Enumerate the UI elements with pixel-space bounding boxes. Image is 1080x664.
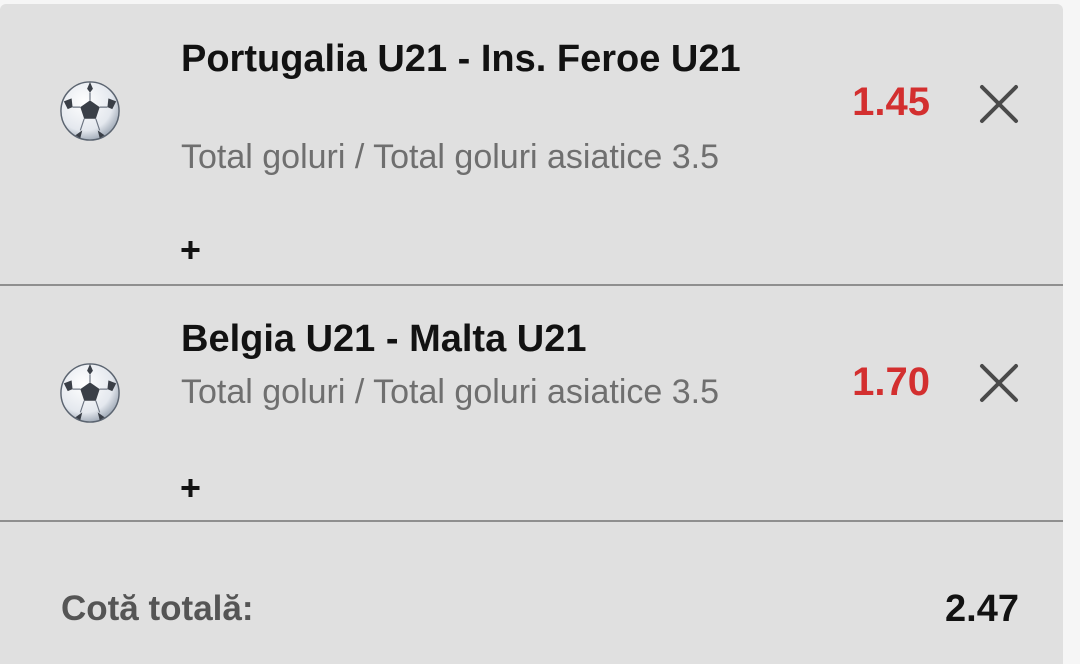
market-label: Total goluri / Total goluri asiatice 3.5 (181, 373, 720, 411)
odds-value: 1.45 (852, 80, 930, 124)
close-icon[interactable] (978, 362, 1020, 404)
soccer-ball-icon (60, 363, 120, 423)
bet-slip-panel: Portugalia U21 - Ins. Feroe U21 Total go… (0, 4, 1063, 664)
soccer-ball-icon (60, 81, 120, 141)
market-label: Total goluri / Total goluri asiatice 3.5 (181, 138, 720, 176)
match-title: Portugalia U21 - Ins. Feroe U21 (181, 38, 741, 80)
match-title: Belgia U21 - Malta U21 (181, 318, 587, 360)
plus-icon[interactable] (179, 476, 203, 500)
bet-row: Portugalia U21 - Ins. Feroe U21 Total go… (0, 4, 1063, 284)
bet-row: Belgia U21 - Malta U21 Total goluri / To… (0, 286, 1063, 522)
close-icon[interactable] (978, 83, 1020, 125)
total-odds-value: 2.47 (945, 588, 1019, 630)
odds-value: 1.70 (852, 360, 930, 404)
total-odds-bar: Cotă totală: 2.47 (0, 522, 1063, 664)
total-odds-label: Cotă totală: (61, 589, 254, 628)
plus-icon[interactable] (179, 238, 203, 262)
